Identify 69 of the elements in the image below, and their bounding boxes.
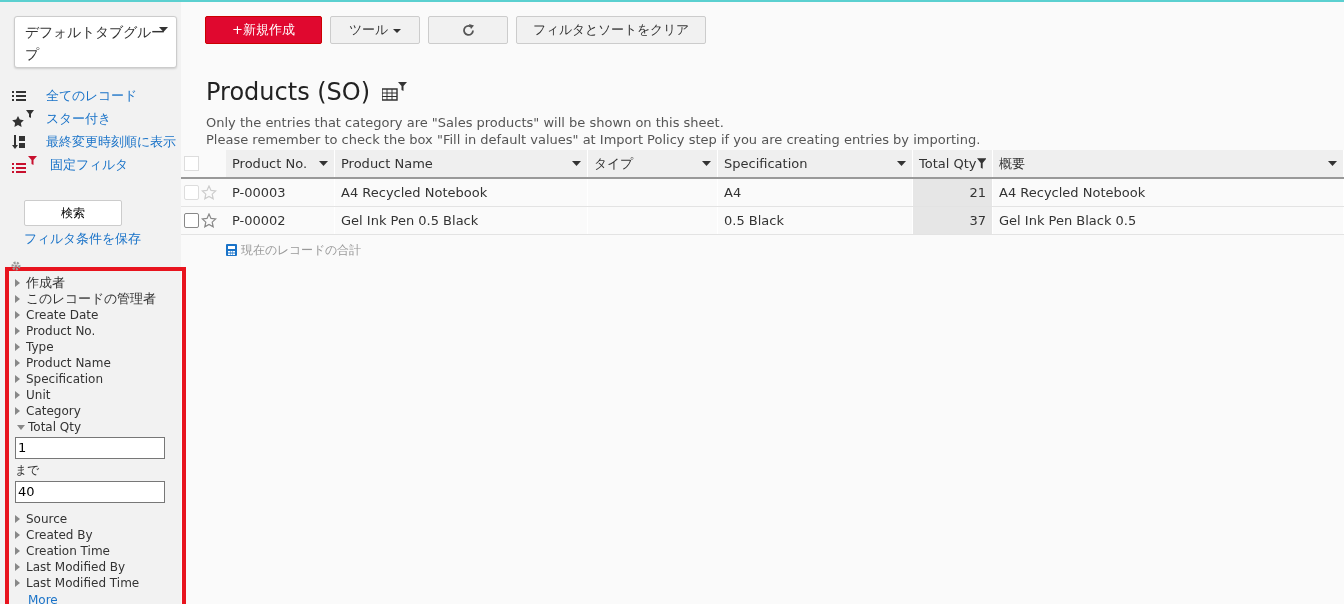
caret-icon [702,161,711,166]
sheet-note: Please remember to check the box "Fill in default values" at Import Policy step if you are creating entries by importing. [206,131,982,148]
sheet-note: Only the entries that category are "Sales products" will be shown on this sheet. [206,114,725,131]
table-cell-text: A4 [724,183,742,202]
column-header[interactable]: Product Name [335,150,588,177]
filter-field[interactable]: Creation Time [15,542,182,559]
refresh-icon [461,24,475,38]
table-cell-text: P-00003 [232,183,286,202]
filter-field[interactable]: Last Modified By [15,558,182,575]
filter-field[interactable]: Total Qty [15,418,182,435]
caret-icon [897,161,906,166]
filter-field[interactable]: 作成者 [15,274,182,291]
column-header[interactable]: Total Qty [913,150,993,177]
page-title: Products (SO) [206,77,371,108]
clear-filter-button[interactable]: フィルタとソートをクリア [516,16,706,44]
filter-field[interactable]: Category [15,402,182,419]
view-link[interactable]: 固定フィルタ [50,154,128,175]
table-cell-text: 0.5 Black [724,211,784,230]
star-filter-icon [12,109,36,128]
star-icon[interactable] [201,184,217,201]
filter-field[interactable]: Source [15,510,182,527]
save-filter-link[interactable]: フィルタ条件を保存 [24,229,181,249]
view-link[interactable]: 最終変更時刻順に表示 [46,131,176,152]
column-header[interactable]: 概要 [993,150,1344,177]
new-button[interactable]: +新規作成 [205,16,322,44]
refresh-button[interactable] [428,16,508,44]
table-filter-icon [382,82,409,102]
table-cell-text: 37 [969,211,986,230]
range-from-field[interactable]: 1 [15,436,165,459]
expanded-icon [17,424,25,430]
column-header[interactable]: Specification [718,150,913,177]
filter-field[interactable]: Last Modified Time [15,574,182,591]
filter-icon [976,158,986,169]
caret-icon [572,161,581,166]
table-cell-text: P-00002 [232,211,286,230]
search-button[interactable]: 検索 [24,200,122,226]
checkbox[interactable] [184,213,199,228]
filter-field[interactable]: Unit [15,386,182,403]
table-cell-text: 21 [969,183,986,202]
view-link[interactable]: 全てのレコード [46,85,137,106]
more-link[interactable]: More [28,592,58,604]
filter-field[interactable]: Product Name [15,354,182,371]
caret-icon [319,161,328,166]
list-filter-icon [12,155,38,174]
list-icon [12,90,26,102]
table-cell-text: A4 Recycled Notebook [999,183,1146,202]
tools-button[interactable]: ツール [330,16,420,44]
table-cell-text: Gel Ink Pen Black 0.5 [999,211,1137,230]
range-to-label: まで [15,461,40,479]
sort-icon [12,135,26,149]
table-cell-text: A4 Recycled Notebook [341,183,488,202]
column-header[interactable]: Product No. [226,150,335,177]
caret-icon [1328,161,1337,166]
filter-field[interactable]: Type [15,338,182,355]
column-header[interactable]: タイプ [588,150,718,177]
view-link[interactable]: スター付き [46,108,111,129]
filter-field[interactable]: Specification [15,370,182,387]
caret-icon [392,28,401,33]
filter-field[interactable]: Create Date [15,306,182,323]
range-to-field[interactable]: 40 [15,480,165,503]
filter-field[interactable]: Created By [15,526,182,543]
calculator-icon [226,244,237,256]
caret-icon [159,27,168,32]
gear-icon [11,261,21,271]
table-cell-text: Gel Ink Pen 0.5 Black [341,211,479,230]
star-icon[interactable] [201,212,217,229]
filter-field[interactable]: このレコードの管理者 [15,290,182,307]
tab-group-dropdown[interactable]: デフォルトタブグループ [14,16,177,68]
filter-field[interactable]: Product No. [15,322,182,339]
